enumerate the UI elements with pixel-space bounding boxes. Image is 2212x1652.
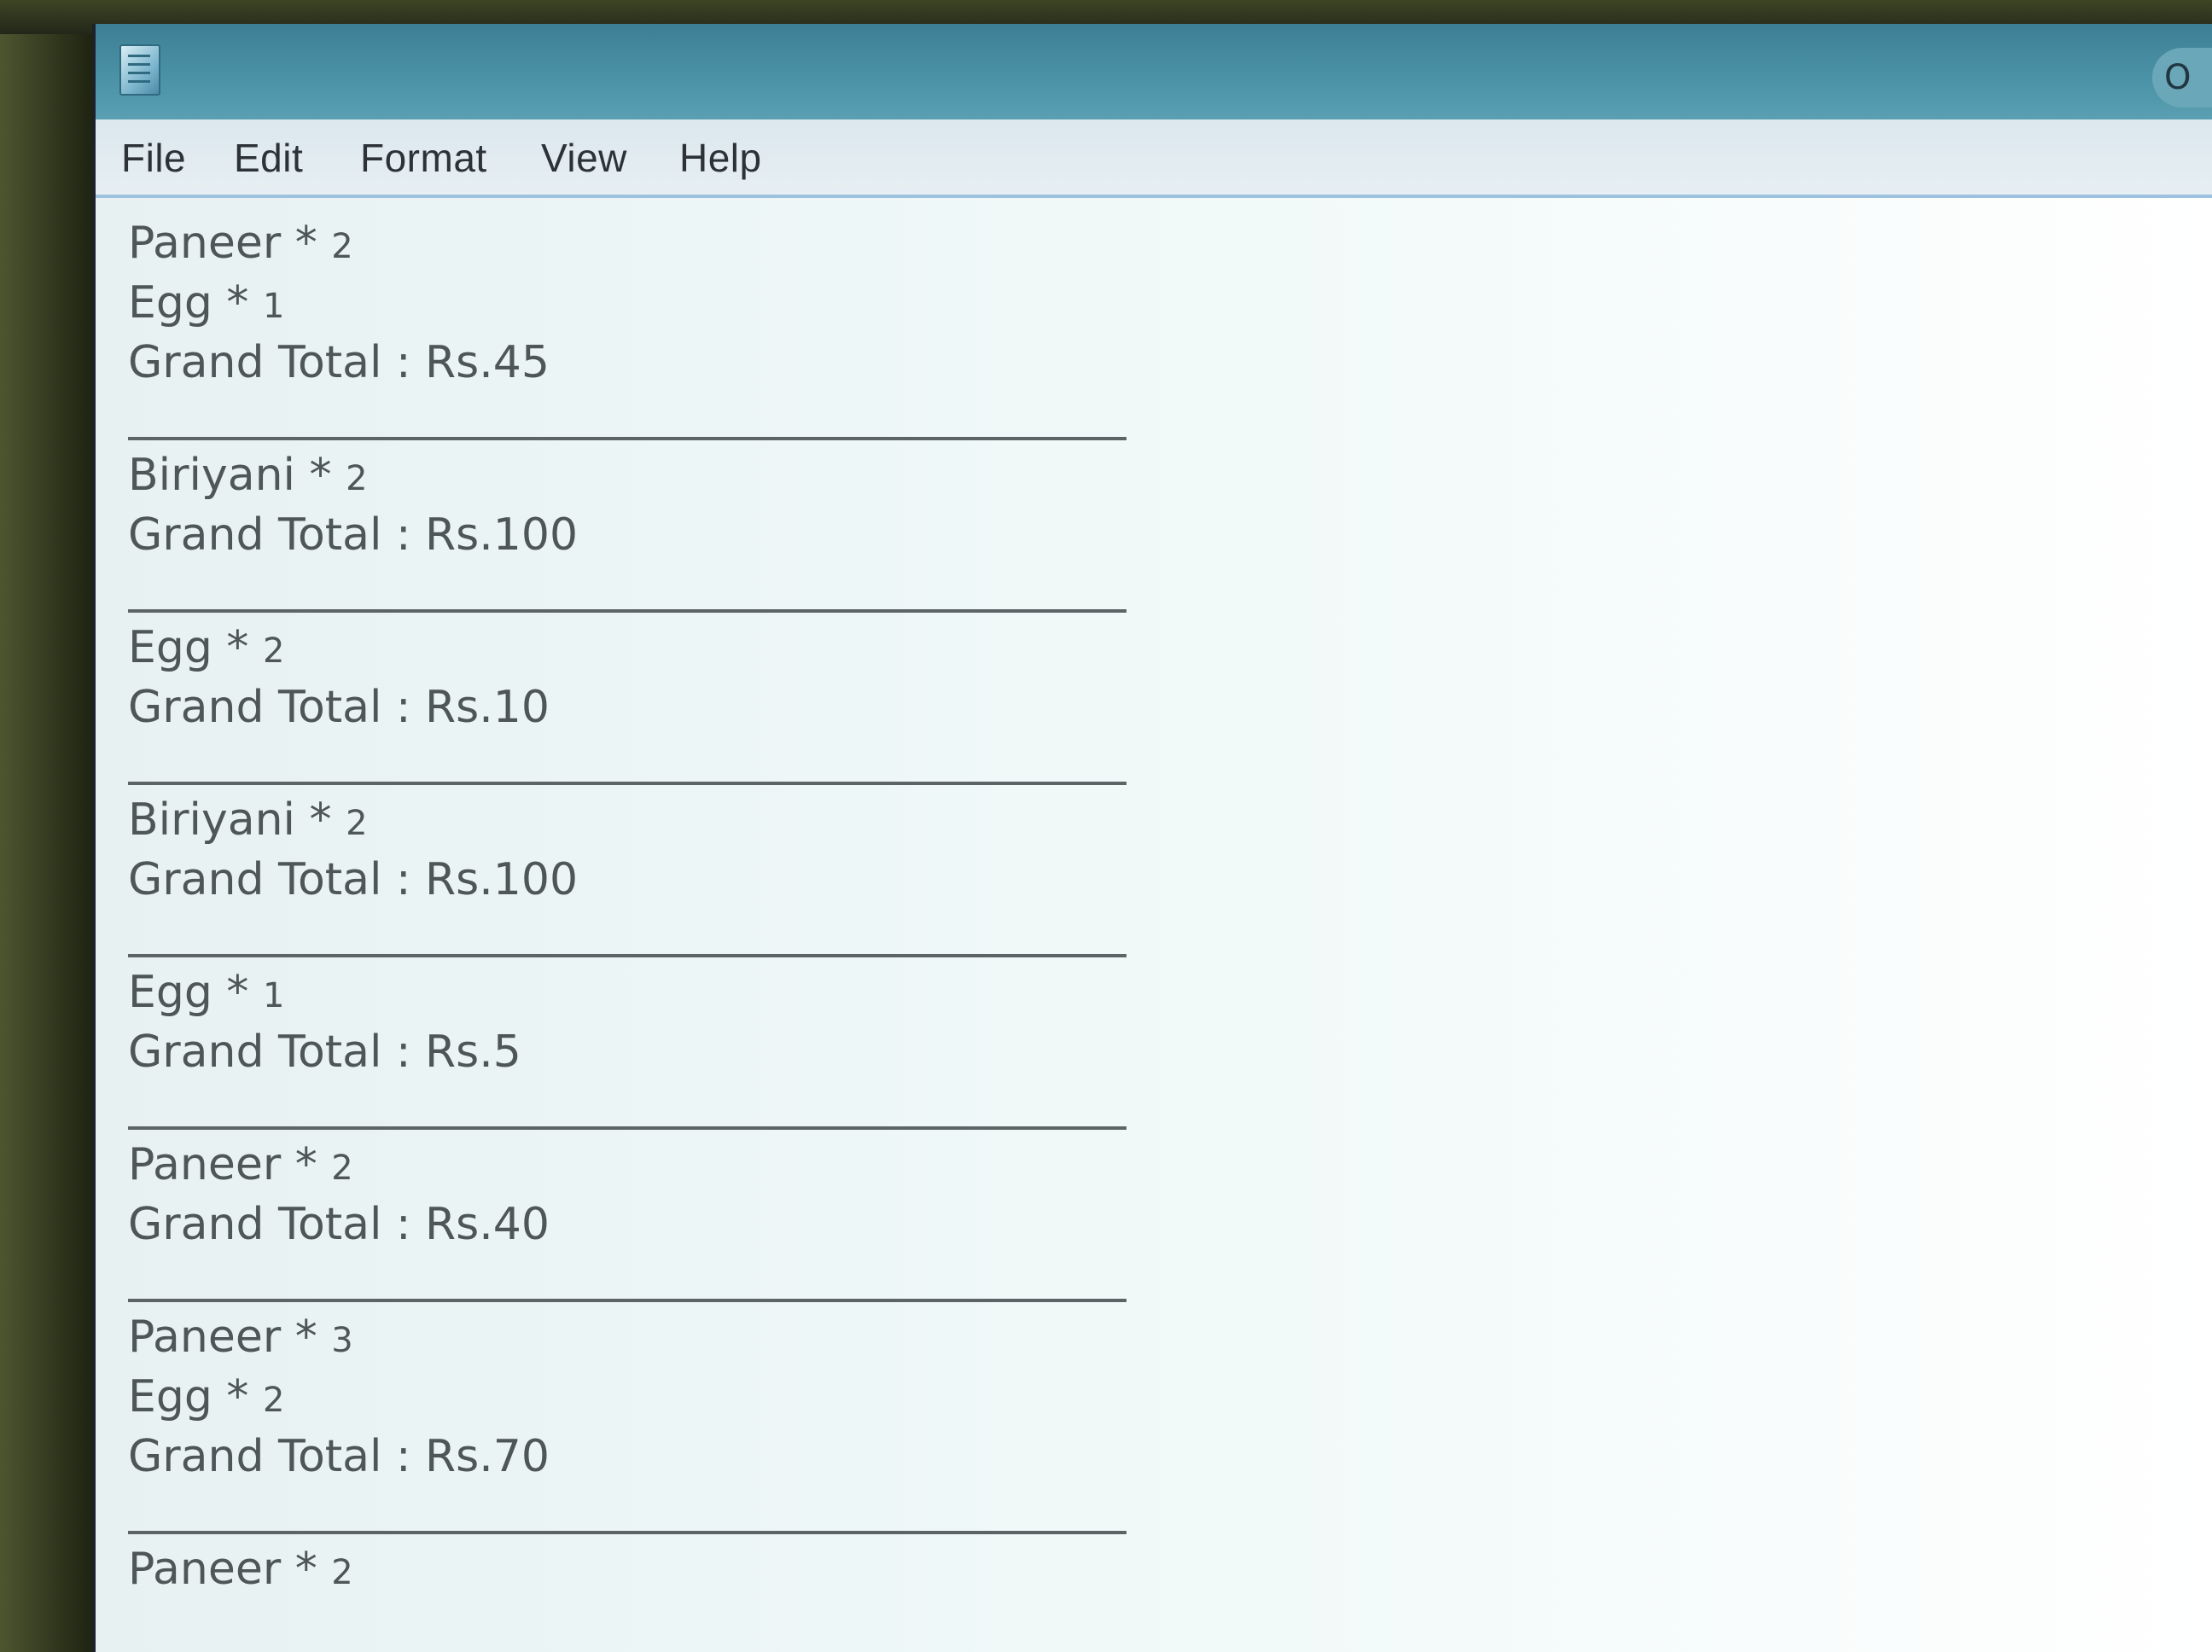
item-name: Biriyani (128, 450, 295, 501)
separator-line (128, 1126, 1126, 1130)
menu-file[interactable]: File (121, 135, 186, 181)
receipt-entry: Biriyani * 2 Grand Total : Rs.100 (128, 790, 1135, 957)
separator-line (128, 954, 1126, 957)
item-line: Paneer * 2 (128, 1135, 1135, 1195)
item-line: Paneer * 2 (128, 1539, 1135, 1599)
item-line: Paneer * 3 (128, 1307, 1135, 1367)
notepad-window: O File Edit Format View Help Paneer * 2E… (92, 24, 2212, 1652)
grand-total-line: Grand Total : Rs.5 (128, 1027, 521, 1078)
item-name: Biriyani (128, 794, 295, 846)
receipt-entry: Paneer * 2 Grand Total : Rs.40 (128, 1135, 1135, 1302)
multiply-symbol: * (212, 622, 263, 673)
item-line: Paneer * 2 (128, 213, 1135, 273)
item-quantity: 3 (331, 1321, 353, 1360)
item-name: Egg (128, 1371, 212, 1422)
separator-line (128, 1299, 1126, 1302)
multiply-symbol: * (295, 794, 346, 846)
receipt-entry: Egg * 1 Grand Total : Rs.5 (128, 963, 1135, 1130)
item-quantity: 2 (346, 804, 368, 843)
item-quantity: 2 (346, 459, 368, 498)
title-bar[interactable]: O (96, 24, 2212, 119)
item-name: Paneer (128, 1312, 282, 1363)
item-line: Egg * 2 (128, 1367, 1135, 1427)
item-quantity: 1 (262, 287, 285, 326)
separator-line (128, 609, 1126, 613)
receipt-entry: Biriyani * 2 Grand Total : Rs.100 (128, 445, 1135, 613)
separator-line (128, 437, 1126, 440)
menu-view[interactable]: View (541, 135, 627, 181)
multiply-symbol: * (281, 1544, 332, 1595)
menu-edit[interactable]: Edit (234, 135, 303, 181)
grand-total-line: Grand Total : Rs.40 (128, 1199, 550, 1250)
item-quantity: 2 (331, 1149, 353, 1188)
multiply-symbol: * (281, 1312, 332, 1363)
item-line: Egg * 2 (128, 618, 1135, 678)
grand-total-line: Grand Total : Rs.45 (128, 337, 550, 388)
menu-format[interactable]: Format (360, 135, 487, 181)
receipt-entry: Paneer * 2 Egg * 1 Grand Total : Rs.45 (128, 213, 1135, 440)
item-name: Paneer (128, 1139, 282, 1190)
item-quantity: 2 (331, 1553, 353, 1592)
text-editor-area[interactable]: Paneer * 2 Egg * 1 Grand Total : Rs.45 Biri… (96, 198, 2212, 1652)
grand-total-line: Grand Total : Rs.100 (128, 509, 579, 561)
monitor-bezel-left (0, 0, 94, 1652)
multiply-symbol: * (281, 218, 332, 269)
item-name: Egg (128, 277, 212, 329)
receipt-entry: Paneer * 2 (128, 1539, 1135, 1599)
multiply-symbol: * (295, 450, 346, 501)
item-quantity: 2 (331, 227, 353, 266)
notepad-app-icon[interactable] (119, 44, 160, 96)
item-quantity: 2 (262, 631, 285, 671)
grand-total-line: Grand Total : Rs.70 (128, 1431, 550, 1482)
item-line: Egg * 1 (128, 273, 1135, 333)
receipt-entry: Paneer * 3 Egg * 2 Grand Total : Rs.70 (128, 1307, 1135, 1534)
menu-help[interactable]: Help (679, 135, 762, 181)
multiply-symbol: * (212, 1371, 263, 1422)
item-line: Biriyani * 2 (128, 790, 1135, 850)
item-quantity: 1 (262, 976, 285, 1015)
document-text: Paneer * 2 Egg * 1 Grand Total : Rs.45 Biri… (128, 213, 1135, 1599)
window-control-button[interactable]: O (2152, 48, 2212, 108)
receipt-entry: Egg * 2 Grand Total : Rs.10 (128, 618, 1135, 785)
item-quantity: 2 (262, 1381, 285, 1420)
multiply-symbol: * (212, 277, 263, 329)
separator-line (128, 782, 1126, 785)
item-name: Paneer (128, 218, 282, 269)
multiply-symbol: * (212, 967, 263, 1018)
grand-total-line: Grand Total : Rs.100 (128, 854, 579, 905)
item-line: Biriyani * 2 (128, 445, 1135, 505)
item-name: Egg (128, 622, 212, 673)
item-name: Egg (128, 967, 212, 1018)
grand-total-line: Grand Total : Rs.10 (128, 682, 550, 733)
menu-bar: File Edit Format View Help (96, 119, 2212, 198)
separator-line (128, 1531, 1126, 1534)
multiply-symbol: * (281, 1139, 332, 1190)
item-line: Egg * 1 (128, 963, 1135, 1022)
item-name: Paneer (128, 1544, 282, 1595)
